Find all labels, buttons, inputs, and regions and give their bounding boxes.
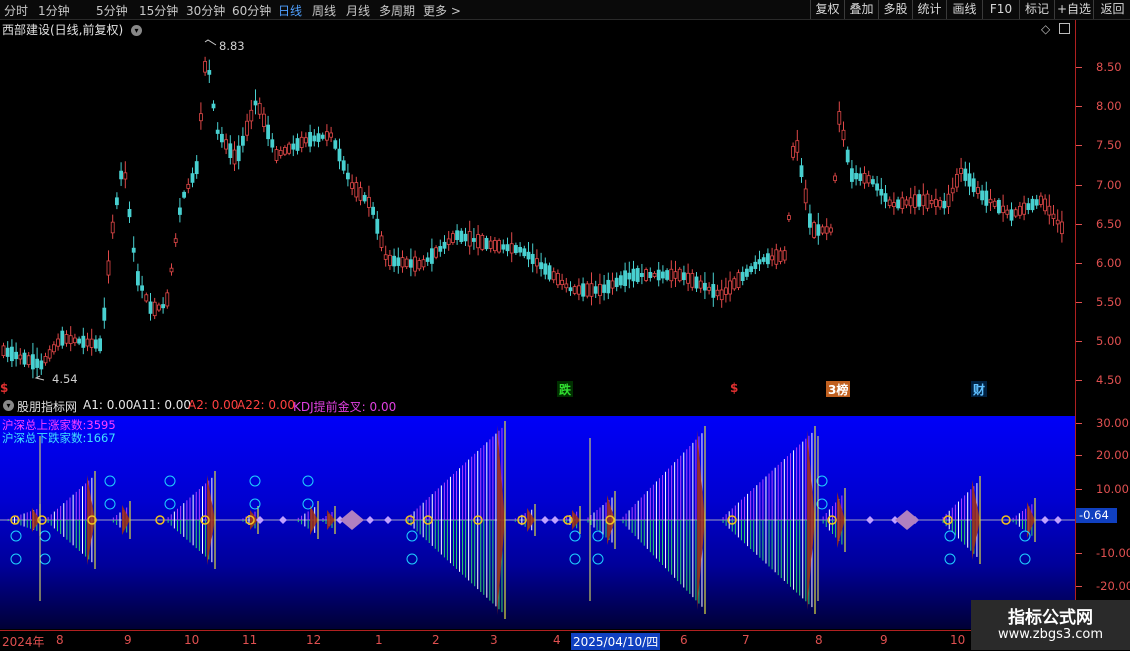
- back-button[interactable]: 返回: [1093, 0, 1130, 19]
- indicator-header: ▾ 股朋指标网 A1: 0.00 A11: 0.00 A2: 0.00 A22:…: [0, 397, 1075, 415]
- indicator-tick: 10.00: [1096, 482, 1129, 496]
- period-15min[interactable]: 15分钟: [139, 2, 178, 19]
- period-daily[interactable]: 日线: [278, 2, 302, 19]
- indicator-tick: 30.00: [1096, 416, 1129, 430]
- indicator-value: A1: 0.00: [83, 398, 134, 412]
- date-label: 1: [375, 633, 383, 647]
- date-label: 2024年: [2, 635, 45, 649]
- watermark: 指标公式网 www.zbgs3.com: [971, 600, 1130, 650]
- date-label: 8: [815, 633, 823, 647]
- period-monthly[interactable]: 月线: [346, 2, 370, 19]
- price-axis: 8.50 8.00 7.50 7.00 6.50 6.00 5.50 5.00 …: [1076, 20, 1130, 397]
- high-price-label: 8.83: [219, 39, 245, 53]
- indicator-tick: 20.00: [1096, 448, 1129, 462]
- candlestick-chart[interactable]: 8.83 4.54: [0, 20, 1075, 397]
- add-favorite-button[interactable]: +自选: [1054, 0, 1093, 19]
- period-toolbar: 分时 1分钟 5分钟 15分钟 30分钟 60分钟 日线 周线 月线 多周期 更…: [0, 0, 1130, 20]
- price-tick: 5.00: [1096, 334, 1122, 348]
- indicator-value: A2: 0.00: [188, 398, 239, 412]
- period-weekly[interactable]: 周线: [312, 2, 336, 19]
- watermark-title: 指标公式网: [1008, 608, 1093, 628]
- date-label: 12: [306, 633, 322, 647]
- multi-stock-button[interactable]: 多股: [878, 0, 912, 19]
- date-label: 9: [124, 633, 132, 647]
- date-label: 10: [184, 633, 200, 647]
- indicator-name[interactable]: 股朋指标网: [17, 398, 77, 415]
- price-tick: 4.50: [1096, 373, 1122, 387]
- price-tick: 7.50: [1096, 138, 1122, 152]
- event-marker[interactable]: 跌: [557, 381, 574, 398]
- date-label: 6: [680, 633, 688, 647]
- price-tick: 7.00: [1096, 178, 1122, 192]
- indicator-tick: -10.00: [1096, 546, 1130, 560]
- period-intraday[interactable]: 分时: [4, 2, 28, 19]
- adjust-button[interactable]: 复权: [810, 0, 844, 19]
- period-more[interactable]: 更多 >: [423, 2, 461, 19]
- watermark-url: www.zbgs3.com: [997, 627, 1104, 642]
- price-tick: 8.50: [1096, 60, 1122, 74]
- indicator-value: A22: 0.00: [237, 398, 296, 412]
- overlay-button[interactable]: 叠加: [844, 0, 878, 19]
- event-marker[interactable]: $: [0, 381, 10, 395]
- indicator-value: KDJ提前金叉: 0.00: [293, 400, 397, 414]
- date-label: 11: [242, 633, 258, 647]
- period-1min[interactable]: 1分钟: [38, 2, 70, 19]
- price-tick: 5.50: [1096, 295, 1122, 309]
- date-label: 3: [490, 633, 498, 647]
- mark-button[interactable]: 标记: [1019, 0, 1054, 19]
- indicator-value: A11: 0.00: [133, 398, 192, 412]
- indicator-graphics: [0, 421, 1075, 619]
- date-label: 4: [553, 633, 561, 647]
- draw-button[interactable]: 画线: [946, 0, 982, 19]
- date-label: 8: [56, 633, 64, 647]
- current-value-badge: -0.64: [1076, 508, 1117, 523]
- low-price-label: 4.54: [52, 372, 78, 386]
- price-tick: 6.00: [1096, 256, 1122, 270]
- date-label: 7: [742, 633, 750, 647]
- period-30min[interactable]: 30分钟: [186, 2, 225, 19]
- event-marker[interactable]: 财: [971, 381, 988, 398]
- date-label: 10: [950, 633, 966, 647]
- price-tick: 8.00: [1096, 99, 1122, 113]
- period-60min[interactable]: 60分钟: [232, 2, 271, 19]
- f10-button[interactable]: F10: [982, 0, 1019, 19]
- period-multi[interactable]: 多周期: [379, 2, 415, 19]
- indicator-panel[interactable]: 沪深总上涨家数:3595 沪深总下跌家数:1667: [0, 416, 1075, 629]
- stats-button[interactable]: 统计: [912, 0, 946, 19]
- date-axis: 2024年 8 9 10 11 12 1 2 3 4 2025/04/10/四 …: [0, 630, 1075, 651]
- date-label: 9: [880, 633, 888, 647]
- period-5min[interactable]: 5分钟: [96, 2, 128, 19]
- cursor-date-label: 2025/04/10/四: [571, 633, 661, 650]
- indicator-dropdown-icon[interactable]: ▾: [3, 400, 14, 411]
- indicator-tick: -20.00: [1096, 579, 1130, 593]
- event-marker[interactable]: $: [728, 381, 740, 395]
- date-label: 2: [432, 633, 440, 647]
- price-tick: 6.50: [1096, 217, 1122, 231]
- event-marker[interactable]: 3榜: [826, 381, 851, 398]
